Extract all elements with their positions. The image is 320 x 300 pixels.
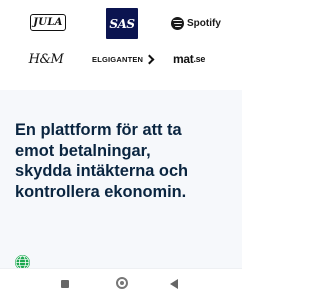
matse-logo-suffix: .se: [193, 54, 206, 64]
matse-logo-text: mat: [173, 52, 194, 66]
elgiganten-logo-text: ELGIGANTEN: [92, 54, 144, 64]
spotify-logo: Spotify: [171, 15, 221, 31]
elgiganten-logo: ELGIGANTEN: [92, 52, 155, 66]
spotify-logo-text: Spotify: [187, 17, 221, 29]
recent-apps-icon[interactable]: [61, 280, 69, 288]
hm-logo-text: H&M: [28, 51, 64, 67]
hero-section: En plattform för att ta emot betalningar…: [0, 90, 242, 268]
spotify-icon: [171, 16, 184, 30]
jula-logo: JULA: [30, 14, 66, 31]
headline-line: kontrollera ekonomin.: [15, 182, 187, 201]
hero-headline: En plattform för att ta emot betalningar…: [15, 120, 237, 202]
chevron-right-icon: [144, 54, 155, 64]
headline-line: emot betalningar,: [15, 141, 151, 160]
jula-logo-text: JULA: [33, 17, 63, 28]
hm-logo: H&M: [29, 50, 64, 68]
system-navigation-bar: [0, 268, 242, 300]
headline-line: skydda intäkterna och: [15, 162, 189, 180]
sas-logo-text: SAS: [109, 16, 135, 31]
matse-logo: mat .se: [173, 51, 205, 67]
customer-logos: JULA SAS Spotify H&M ELGIGANTEN mat .se: [0, 0, 242, 90]
sas-logo: SAS: [106, 8, 138, 39]
headline-line: En plattform för att ta: [15, 121, 182, 139]
back-icon[interactable]: [170, 279, 178, 289]
home-icon[interactable]: [116, 277, 128, 289]
